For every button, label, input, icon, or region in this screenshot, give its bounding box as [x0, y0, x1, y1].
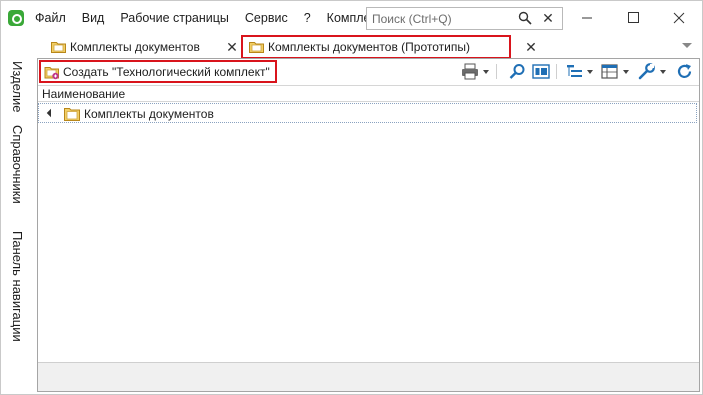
tab-close-icon[interactable]: ✕ [225, 40, 239, 54]
content-pane: Создать "Технологический комплект" Наиме… [37, 58, 700, 392]
app-logo-icon [8, 10, 24, 26]
grid-column-header[interactable]: Наименование [38, 85, 699, 102]
find-icon[interactable] [509, 63, 526, 80]
toolbar-separator [556, 64, 557, 79]
maximize-icon[interactable] [610, 1, 656, 35]
menu-item-file[interactable]: Файл [27, 7, 74, 29]
status-bar [38, 362, 699, 391]
tab-document-sets[interactable]: Комплекты документов ✕ [45, 35, 240, 59]
search-input[interactable] [367, 8, 507, 29]
close-icon[interactable] [656, 1, 702, 35]
settings-dropdown-icon[interactable] [660, 70, 666, 74]
create-button-label: Создать "Технологический комплект" [63, 64, 270, 79]
tree-row[interactable]: Комплекты документов [38, 103, 697, 123]
menu-item-workpages[interactable]: Рабочие страницы [112, 7, 237, 29]
folder-icon [64, 108, 80, 121]
title-bar: Файл Вид Рабочие страницы Сервис ? Компл… [1, 1, 702, 35]
minimize-icon[interactable] [564, 1, 610, 35]
columns-icon[interactable] [601, 63, 619, 80]
tab-list-dropdown-icon[interactable] [682, 43, 692, 48]
tree-view-icon[interactable] [566, 63, 583, 80]
columns-dropdown-icon[interactable] [623, 70, 629, 74]
column-header-name: Наименование [42, 87, 126, 101]
menu-item-help[interactable]: ? [296, 7, 319, 29]
create-tech-set-button[interactable]: Создать "Технологический комплект" [39, 60, 277, 83]
document-tabs: Комплекты документов ✕ Комплекты докумен… [37, 35, 702, 59]
menu-item-view[interactable]: Вид [74, 7, 113, 29]
side-navigation: Изделие Справочники Панель навигации [1, 59, 37, 359]
folder-icon [51, 42, 66, 53]
view-card-icon[interactable] [532, 63, 550, 80]
tab-close-icon[interactable]: ✕ [524, 40, 538, 54]
print-icon[interactable] [461, 63, 479, 80]
settings-wrench-icon[interactable] [638, 63, 655, 80]
sidenav-item-navigation-panel[interactable]: Панель навигации [10, 231, 25, 342]
expand-toggle-icon[interactable] [46, 108, 56, 118]
toolbar: Создать "Технологический комплект" [38, 59, 699, 84]
sidenav-item-references[interactable]: Справочники [10, 125, 25, 204]
search-icon[interactable] [518, 11, 532, 25]
toolbar-separator [496, 64, 497, 79]
tab-document-sets-prototypes[interactable]: Комплекты документов (Прототипы) [241, 35, 511, 59]
app-window: Файл Вид Рабочие страницы Сервис ? Компл… [0, 0, 703, 395]
folder-icon [249, 42, 264, 53]
tree-row-label: Комплекты документов [84, 107, 214, 121]
search-clear-icon[interactable]: ✕ [538, 9, 558, 28]
print-dropdown-icon[interactable] [483, 70, 489, 74]
menu-item-service[interactable]: Сервис [237, 7, 296, 29]
refresh-icon[interactable] [676, 63, 693, 80]
tab-label: Комплекты документов [70, 40, 200, 54]
sidenav-item-product[interactable]: Изделие [10, 61, 25, 112]
main-menu: Файл Вид Рабочие страницы Сервис ? Компл… [27, 1, 394, 35]
tree-view-dropdown-icon[interactable] [587, 70, 593, 74]
new-folder-icon [44, 66, 59, 79]
tab-label: Комплекты документов (Прототипы) [268, 40, 470, 54]
search-box: ✕ [366, 7, 563, 30]
